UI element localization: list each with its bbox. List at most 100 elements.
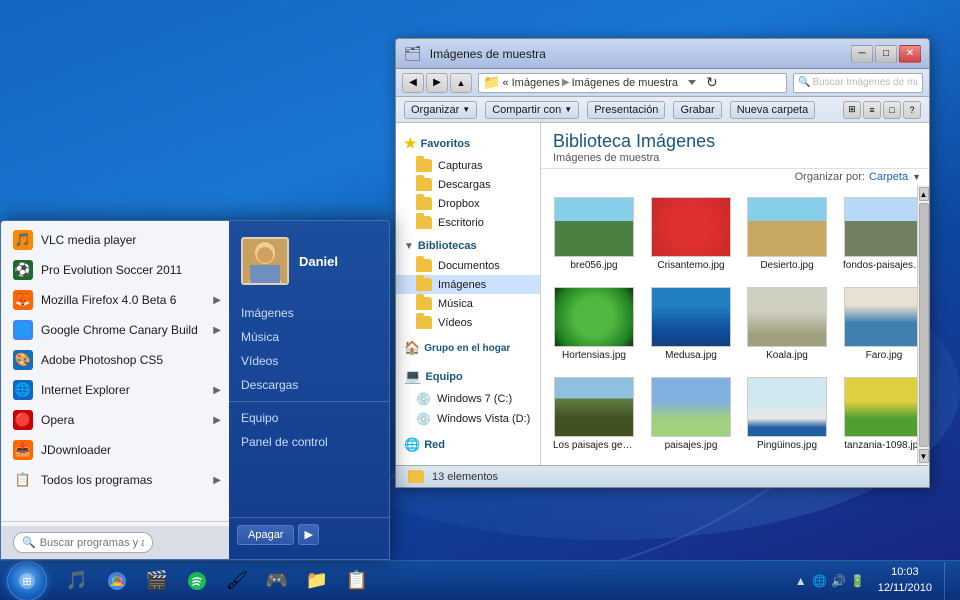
ie-icon: 🌐 [13,380,33,400]
shutdown-button[interactable]: Apagar [237,525,294,545]
scrollbar-track[interactable]: ▲ ▼ [917,185,929,465]
scroll-thumb[interactable] [919,203,929,447]
taskbar-item-chrome[interactable] [98,564,136,598]
image-thumb[interactable]: bre056.jpg [549,193,639,275]
taskbar-items: 🎵 🎬 [54,561,785,600]
help-button[interactable]: ? [903,101,921,119]
search-bar[interactable]: 🔍 Buscar Imágenes de muestra [793,73,923,93]
start-item-vlc[interactable]: 🎵 VLC media player [1,225,229,255]
image-thumb[interactable]: Crisantemo.jpg [647,193,735,275]
network-section: 🌐 Red [396,433,540,457]
start-item-photoshop[interactable]: 🎨 Adobe Photoshop CS5 [1,345,229,375]
view-list-button[interactable]: ≡ [863,101,881,119]
address-bar[interactable]: 📁 « Imágenes ▶ Imágenes de muestra ↻ [478,73,787,93]
tray-volume[interactable]: 🔊 [831,573,847,589]
taskbar-item-paint[interactable]: 🖌 [218,564,256,598]
image-thumb[interactable]: Koala.jpg [743,283,831,365]
forward-button[interactable]: ▶ [426,73,448,93]
close-button[interactable]: ✕ [899,45,921,63]
sidebar-item-imagenes[interactable]: Imágenes [396,275,540,294]
start-button[interactable]: ⊞ [0,561,54,600]
organize-button[interactable]: Organizar ▼ [404,101,477,119]
preview-button[interactable]: □ [883,101,901,119]
taskbar-item-spotify[interactable] [178,564,216,598]
start-item-pes[interactable]: ⚽ Pro Evolution Soccer 2011 [1,255,229,285]
image-thumb[interactable]: paisajes.jpg [647,373,735,455]
taskbar-item-game[interactable]: 🎮 [258,564,296,598]
taskbar-item-windows-media[interactable]: 🎬 [138,564,176,598]
share-button[interactable]: Compartir con ▼ [485,101,579,119]
presentation-button[interactable]: Presentación [587,101,665,119]
right-item-equipo[interactable]: Equipo [229,406,389,430]
tray-arrow[interactable]: ▲ [793,573,809,589]
image-thumb[interactable]: Desierto.jpg [743,193,831,275]
right-item-videos[interactable]: Vídeos [229,349,389,373]
content-scrollable: bre056.jpg Crisantemo.jpg Desierto.jpg f… [541,185,929,465]
sidebar-item-vista[interactable]: 💿 Windows Vista (D:) [396,409,540,429]
sidebar-item-dropbox[interactable]: Dropbox [396,194,540,213]
taskbar-item-transfer[interactable]: 📋 [338,564,376,598]
tray-battery[interactable]: 🔋 [850,573,866,589]
libraries-header[interactable]: ▼ Bibliotecas [396,236,540,256]
tray-network[interactable]: 🌐 [812,573,828,589]
thumbnail-image [747,287,827,347]
up-button[interactable]: ▲ [450,73,472,93]
image-thumb[interactable]: fondos-paisajes.jpg [839,193,917,275]
image-thumb[interactable]: Los paisajes geomorfologicos_Picture3.jp… [549,373,639,455]
organize-link[interactable]: Carpeta [869,171,908,183]
sidebar-item-documentos[interactable]: Documentos [396,256,540,275]
group-icon: 🏠 [404,340,420,356]
image-filename: fondos-paisajes.jpg [843,260,917,271]
sidebar-panel: ★ Favoritos Capturas Descargas Dropbox [396,123,541,465]
tray-icons: ▲ 🌐 🔊 🔋 [793,573,866,589]
start-item-ie[interactable]: 🌐 Internet Explorer ▶ [1,375,229,405]
show-desktop-button[interactable] [944,562,952,600]
arrow-icon: ▶ [213,295,221,306]
taskbar-item-vlc[interactable]: 🎵 [58,564,96,598]
window-statusbar: 13 elementos [396,465,929,487]
maximize-button[interactable]: □ [875,45,897,63]
start-menu-right: Daniel ImágenesMúsicaVídeosDescargasEqui… [229,221,389,559]
start-item-chrome[interactable]: 🌐 Google Chrome Canary Build ▶ [1,315,229,345]
search-box[interactable]: 🔍 [13,532,153,553]
burn-button[interactable]: Grabar [673,101,721,119]
sidebar-item-win7[interactable]: 💿 Windows 7 (C:) [396,389,540,409]
image-thumb[interactable]: tanzania-1098.jpg [839,373,917,455]
new-folder-button[interactable]: Nueva carpeta [730,101,816,119]
sidebar-item-musica[interactable]: Música [396,294,540,313]
image-thumb[interactable]: Medusa.jpg [647,283,735,365]
search-input[interactable] [40,537,144,549]
pes-icon: ⚽ [13,260,33,280]
devices-header[interactable]: 💻 Equipo [396,364,540,389]
view-toggle-button[interactable]: ⊞ [843,101,861,119]
shutdown-arrow-button[interactable]: ▶ [298,524,318,545]
sidebar-item-escritorio[interactable]: Escritorio [396,213,540,232]
sidebar-item-videos[interactable]: Vídeos [396,313,540,332]
sidebar-item-descargas[interactable]: Descargas [396,175,540,194]
image-thumb[interactable]: Hortensias.jpg [549,283,639,365]
start-item-jdownloader[interactable]: 📥 JDownloader [1,435,229,465]
all-programs-icon: 📋 [13,470,33,490]
all-programs-item[interactable]: 📋 Todos los programas ▶ [1,465,229,495]
right-item-imagenes[interactable]: Imágenes [229,301,389,325]
start-orb[interactable]: ⊞ [7,561,47,600]
favorites-header[interactable]: ★ Favoritos [396,131,540,156]
opera-icon: 🔴 [13,410,33,430]
right-item-panel[interactable]: Panel de control [229,430,389,454]
group-header[interactable]: 🏠 Grupo en el hogar [396,336,540,360]
clock-area[interactable]: 10:03 12/11/2010 [870,565,940,596]
right-item-descargas[interactable]: Descargas [229,373,389,397]
right-item-musica[interactable]: Música [229,325,389,349]
start-item-firefox[interactable]: 🦊 Mozilla Firefox 4.0 Beta 6 ▶ [1,285,229,315]
taskbar-item-explorer-tb[interactable]: 📁 [298,564,336,598]
minimize-button[interactable]: ─ [851,45,873,63]
back-button[interactable]: ◀ [402,73,424,93]
image-thumb[interactable]: Faro.jpg [839,283,917,365]
network-header[interactable]: 🌐 Red [396,433,540,457]
scroll-up-button[interactable]: ▲ [919,187,929,201]
image-thumb[interactable]: Pingüinos.jpg [743,373,831,455]
scroll-down-button[interactable]: ▼ [919,449,929,463]
start-item-opera[interactable]: 🔴 Opera ▶ [1,405,229,435]
sidebar-item-capturas[interactable]: Capturas [396,156,540,175]
jdownloader-icon: 📥 [13,440,33,460]
